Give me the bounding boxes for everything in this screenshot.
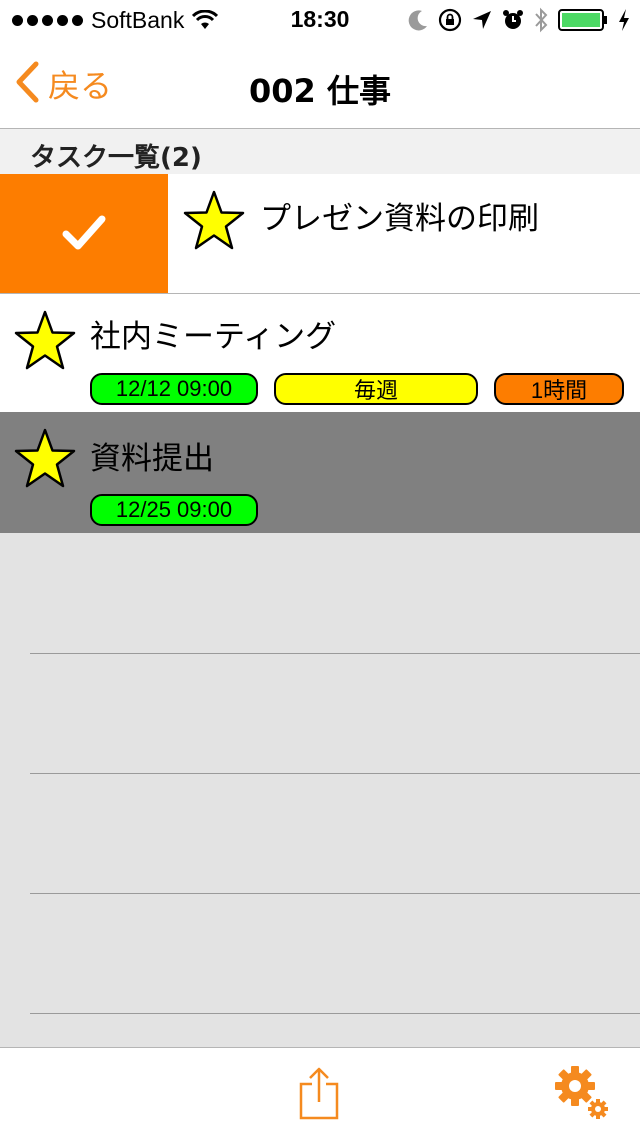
alarm-badge: 1時間	[494, 373, 624, 405]
location-icon	[472, 10, 492, 30]
task-title: プレゼン資料の印刷	[260, 201, 539, 237]
date-badge: 12/12 09:00	[90, 373, 258, 405]
task-row-selected[interactable]: 資料提出 12/25 09:00	[0, 412, 640, 533]
date-badge: 12/25 09:00	[90, 494, 258, 526]
star-icon[interactable]	[13, 310, 77, 376]
star-icon[interactable]	[13, 428, 77, 494]
star-icon[interactable]	[182, 190, 246, 256]
task-title: 資料提出	[90, 441, 214, 477]
complete-toggle[interactable]	[0, 174, 168, 293]
empty-row-divider	[30, 1013, 640, 1014]
bottom-toolbar	[0, 1047, 640, 1137]
repeat-badge: 毎週	[274, 373, 478, 405]
navigation-bar: 戻る 002 仕事	[0, 40, 640, 129]
section-label: タスク一覧(2)	[30, 143, 202, 173]
empty-row-divider	[30, 653, 640, 654]
moon-icon	[408, 9, 428, 31]
empty-row-divider	[30, 773, 640, 774]
alarm-icon	[502, 9, 524, 31]
task-row[interactable]: 社内ミーティング 12/12 09:00 毎週 1時間	[0, 294, 640, 412]
page-title: 002 仕事	[249, 72, 391, 110]
task-title: 社内ミーティング	[90, 319, 337, 355]
orientation-lock-icon	[438, 8, 462, 32]
bluetooth-icon	[534, 7, 548, 33]
battery-icon	[558, 9, 608, 31]
section-header: タスク一覧(2)	[0, 129, 640, 174]
settings-icon[interactable]	[553, 1064, 611, 1126]
checkmark-icon	[62, 215, 106, 250]
task-row[interactable]: プレゼン資料の印刷	[0, 174, 640, 294]
empty-row-divider	[30, 893, 640, 894]
status-bar: SoftBank 18:30	[0, 0, 640, 40]
share-icon[interactable]	[298, 1066, 340, 1124]
charging-icon	[618, 8, 630, 32]
status-right	[408, 6, 630, 34]
